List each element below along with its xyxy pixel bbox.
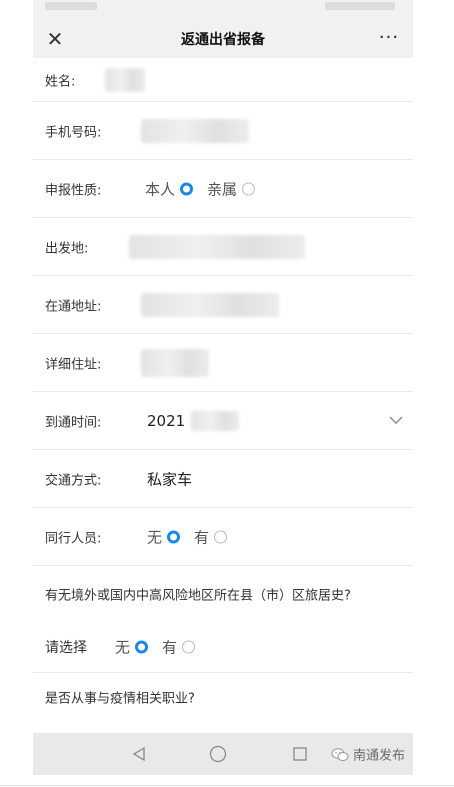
watermark-text: 南通发布 [352,748,405,764]
phone-screen: ✕ 返通出省报备 ··· 姓名: 手机号码: 申报性质: 本人 亲属 出发地: … [33,0,413,787]
radio-checked-icon[interactable] [135,640,149,654]
arrival-time-redacted [191,410,239,431]
detail-address-row: 详细住址: [33,334,413,392]
origin-field-redacted[interactable] [129,234,305,259]
report-type-radio-group: 本人 亲属 [145,178,269,199]
report-type-relative-option[interactable]: 亲属 [207,178,256,199]
bottom-divider [0,785,454,786]
arrival-time-row[interactable]: 到通时间: 2021 [33,392,413,450]
travel-history-answer-row: 请选择 无 有 [33,622,413,673]
address-field-redacted[interactable] [141,292,279,317]
companions-yes-option[interactable]: 有 [194,526,228,547]
travel-history-select-label: 请选择 [45,640,87,656]
name-row: 姓名: [33,58,413,102]
name-field-redacted[interactable] [105,67,145,92]
detail-address-label: 详细住址: [45,357,102,372]
phone-label: 手机号码: [45,125,102,140]
title-bar: ✕ 返通出省报备 ··· [33,20,413,58]
radio-unchecked-icon[interactable] [214,530,228,543]
name-label: 姓名: [45,74,76,89]
page-title: 返通出省报备 [181,32,265,48]
detail-address-field-redacted[interactable] [141,348,209,377]
phone-field-redacted[interactable] [141,118,249,143]
system-nav-bar: 南通发布 [33,733,413,775]
home-circle-icon[interactable] [209,745,227,763]
recent-apps-square-icon[interactable] [293,747,307,761]
chevron-down-icon[interactable] [387,411,405,429]
radio-unchecked-icon[interactable] [182,640,196,654]
report-type-self-option[interactable]: 本人 [145,178,194,199]
status-left-indicators [45,2,97,10]
phone-row: 手机号码: [33,102,413,160]
transport-value[interactable]: 私家车 [147,468,192,489]
travel-history-question-text: 有无境外或国内中高风险地区所在县（市）区旅居史? [45,588,351,604]
travel-history-none-option[interactable]: 无 [115,637,149,658]
companions-none-label: 无 [147,528,163,546]
more-options-icon[interactable]: ··· [375,26,403,50]
report-type-row: 申报性质: 本人 亲属 [33,160,413,218]
wechat-icon [331,747,349,761]
back-triangle-icon[interactable] [131,746,147,762]
arrival-time-value[interactable]: 2021 [147,412,185,430]
travel-history-radio-group: 无 有 [115,637,209,658]
radio-unchecked-icon[interactable] [242,182,256,195]
companions-label: 同行人员: [45,531,102,546]
arrival-time-label: 到通时间: [45,415,102,430]
transport-row: 交通方式: 私家车 [33,450,413,508]
travel-history-yes-label: 有 [162,638,178,657]
travel-history-yes-option[interactable]: 有 [162,637,196,658]
report-type-label: 申报性质: [45,183,102,198]
companions-row: 同行人员: 无 有 [33,508,413,566]
travel-history-none-label: 无 [115,638,131,657]
report-type-self-label: 本人 [145,180,176,198]
address-row: 在通地址: [33,276,413,334]
companions-none-option[interactable]: 无 [147,526,181,547]
status-right-indicators [325,2,395,10]
occupation-question-text: 是否从事与疫情相关职业? [45,691,195,707]
occupation-question: 是否从事与疫情相关职业? [33,673,413,721]
status-bar [33,0,413,20]
radio-checked-icon[interactable] [167,530,181,543]
origin-row: 出发地: [33,218,413,276]
companions-radio-group: 无 有 [147,526,241,547]
address-label: 在通地址: [45,299,102,314]
companions-yes-label: 有 [194,528,210,546]
travel-history-question: 有无境外或国内中高风险地区所在县（市）区旅居史? [33,566,413,622]
origin-label: 出发地: [45,241,89,256]
transport-label: 交通方式: [45,473,102,488]
report-type-relative-label: 亲属 [207,180,238,198]
radio-checked-icon[interactable] [180,182,194,195]
report-form: 姓名: 手机号码: 申报性质: 本人 亲属 出发地: 在通地址: 详细住址: 到… [33,58,413,721]
watermark: 南通发布 [331,745,405,764]
